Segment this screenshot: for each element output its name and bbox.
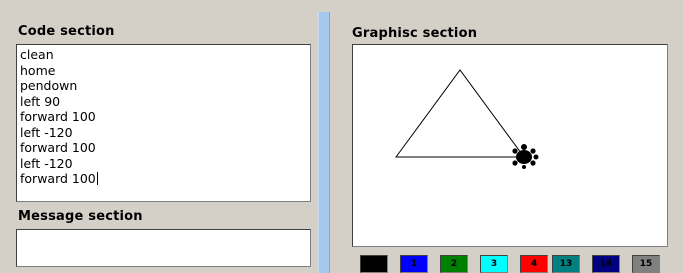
drawing-svg: [395, 69, 539, 169]
text-caret: [96, 172, 98, 185]
palette-swatch-15[interactable]: 15: [632, 255, 660, 273]
color-palette: 1 2 3 4 13 14 15: [352, 252, 683, 273]
palette-swatch-4[interactable]: 4: [520, 255, 548, 273]
graphics-section-title: Graphisc section: [352, 26, 478, 41]
code-line: home: [20, 62, 56, 78]
message-section-title: Message section: [18, 209, 143, 224]
palette-swatch-1[interactable]: 1: [400, 255, 428, 273]
message-output[interactable]: [16, 229, 311, 267]
pane-splitter[interactable]: [318, 12, 330, 273]
code-line: clean: [20, 47, 54, 62]
right-pane: Graphisc section 1 2 3 4 13 14 15: [332, 0, 683, 273]
palette-swatch-3[interactable]: 3: [480, 255, 508, 273]
code-line: forward 100: [20, 109, 96, 124]
palette-swatch-14[interactable]: 14: [592, 255, 620, 273]
code-line: forward 100: [20, 140, 96, 155]
code-line: left 90: [20, 93, 61, 109]
code-line: forward 100: [20, 171, 98, 186]
code-line: pendown: [20, 78, 78, 93]
code-line: left -120: [20, 155, 73, 171]
palette-swatch-black[interactable]: [360, 255, 388, 273]
drawn-triangle: [395, 69, 525, 158]
turtle-graphics-app: Code section clean home pendown left 90 forw…: [0, 0, 683, 273]
code-line: left -120: [20, 124, 73, 140]
code-editor[interactable]: clean home pendown left 90 forward 100 left -…: [16, 44, 311, 202]
palette-swatch-2[interactable]: 2: [440, 255, 468, 273]
graphics-canvas[interactable]: [352, 44, 668, 247]
code-section-title: Code section: [18, 24, 115, 39]
turtle-icon: [512, 144, 539, 169]
left-pane: Code section clean home pendown left 90 forw…: [0, 0, 316, 273]
palette-swatch-13[interactable]: 13: [552, 255, 580, 273]
